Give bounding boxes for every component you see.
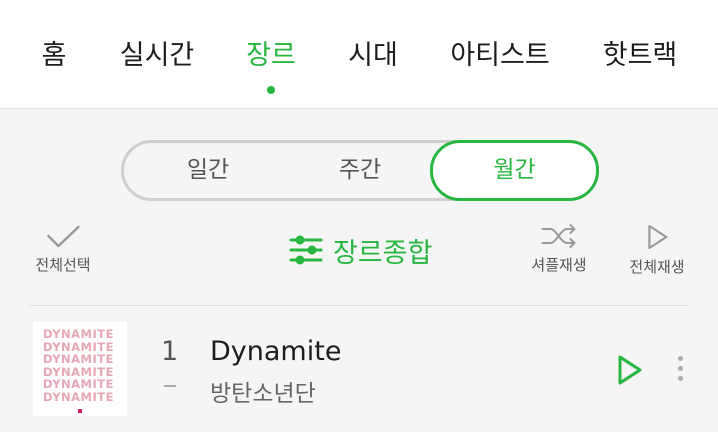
play-icon: [618, 355, 642, 385]
list-divider: [30, 305, 688, 306]
tab-daily[interactable]: 일간: [132, 143, 284, 198]
sliders-icon: [289, 235, 323, 265]
nav-item-artist[interactable]: 아티스트: [450, 36, 549, 76]
active-tab-indicator: [267, 86, 275, 94]
album-art-mark: [78, 409, 82, 413]
more-dot: [678, 356, 683, 361]
track-artist: 방탄소년단: [210, 381, 316, 407]
shuffle-play-button[interactable]: 셔플재생: [531, 222, 587, 275]
period-segmented-control: 일간 주간 월간: [121, 140, 599, 201]
album-art-text: DYNAMITE: [43, 327, 114, 341]
play-icon: [647, 224, 668, 250]
genre-filter-label: 장르종합: [333, 237, 433, 269]
nav-item-era[interactable]: 시대: [348, 36, 398, 76]
album-art[interactable]: DYNAMITE DYNAMITE DYNAMITE DYNAMITE DYNA…: [33, 322, 127, 416]
more-dot: [678, 376, 683, 381]
track-rank: 1: [161, 336, 179, 367]
play-all-label: 전체재생: [629, 258, 685, 276]
check-icon: [46, 225, 80, 248]
track-title: Dynamite: [210, 336, 342, 367]
select-all-label: 전체선택: [35, 256, 91, 274]
nav-item-home[interactable]: 홈: [42, 36, 67, 76]
album-art-text: DYNAMITE: [43, 389, 114, 404]
genre-filter-button[interactable]: 장르종합: [289, 232, 433, 269]
track-more-button[interactable]: [678, 356, 683, 386]
more-dot: [678, 366, 683, 371]
nav-item-hottrack[interactable]: 핫트랙: [603, 36, 678, 76]
top-nav: 홈 실시간 장르 시대 아티스트 핫트랙: [0, 0, 718, 109]
nav-item-genre[interactable]: 장르: [246, 36, 296, 76]
rank-change-indicator: [164, 385, 176, 387]
shuffle-play-label: 셔플재생: [531, 256, 587, 274]
track-play-button[interactable]: [616, 353, 644, 391]
tab-weekly[interactable]: 주간: [284, 143, 436, 198]
select-all-button[interactable]: 전체선택: [35, 224, 91, 275]
tab-monthly[interactable]: 월간: [430, 140, 599, 201]
album-art-text: DYNAMITE: [43, 352, 114, 367]
play-all-button[interactable]: 전체재생: [629, 222, 685, 277]
nav-item-realtime[interactable]: 실시간: [120, 36, 195, 76]
shuffle-icon: [540, 224, 575, 248]
